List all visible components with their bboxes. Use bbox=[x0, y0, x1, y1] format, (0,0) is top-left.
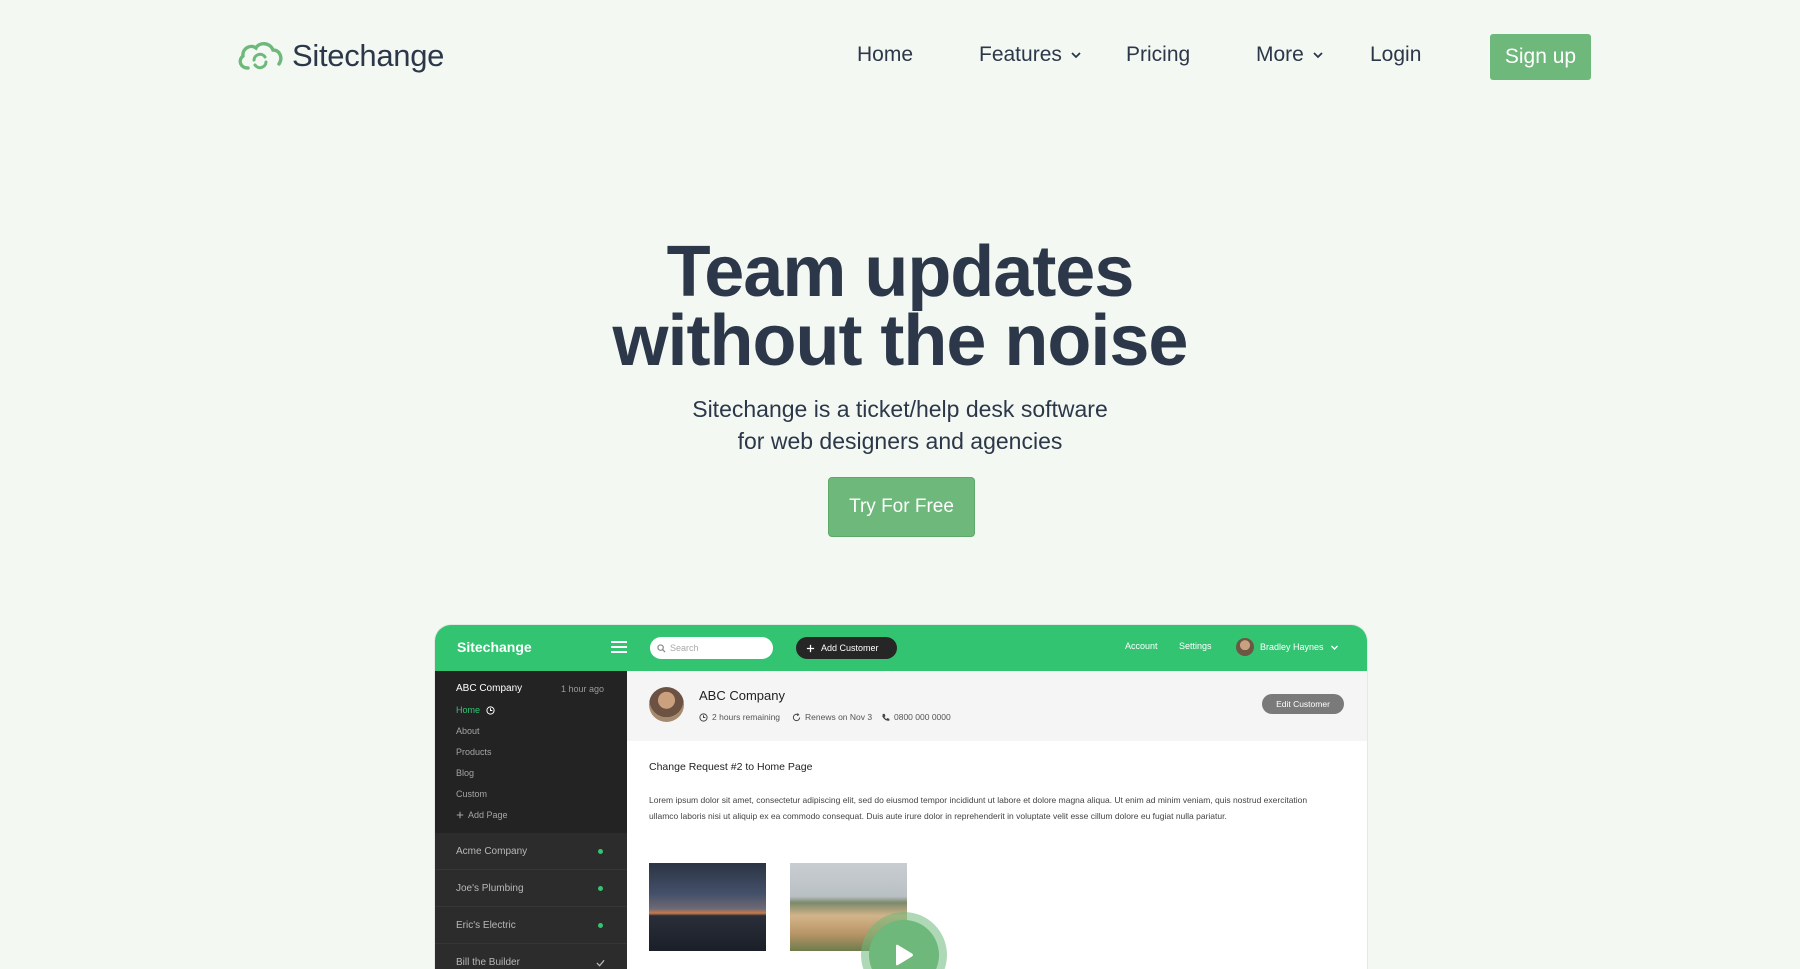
avatar bbox=[1236, 638, 1254, 656]
chevron-down-icon bbox=[1330, 645, 1338, 650]
sidebar-page-label: Home bbox=[456, 705, 481, 715]
top-nav: Sitechange Home Features Pricing More Lo… bbox=[0, 0, 1800, 112]
sidebar-customer-item[interactable]: Bill the Builder bbox=[435, 944, 627, 969]
account-link[interactable]: Account bbox=[1125, 641, 1158, 651]
checkmark-icon bbox=[596, 959, 605, 967]
try-for-free-button[interactable]: Try For Free bbox=[828, 477, 975, 537]
app-main: ABC Company 2 hours remaining Renews on … bbox=[627, 671, 1367, 969]
nav-more[interactable]: More bbox=[1256, 43, 1324, 67]
logo[interactable]: Sitechange bbox=[236, 38, 444, 74]
play-button-inner bbox=[869, 920, 939, 969]
hamburger-menu-icon[interactable] bbox=[611, 641, 627, 654]
hero-subtitle-line-1: Sitechange is a ticket/help desk softwar… bbox=[692, 396, 1108, 422]
customer-title: ABC Company bbox=[699, 688, 785, 703]
hero-title-line-2: without the noise bbox=[612, 301, 1189, 381]
hero-title-line-1: Team updates bbox=[666, 232, 1135, 312]
nav-home[interactable]: Home bbox=[857, 43, 913, 67]
customer-name: Acme Company bbox=[456, 846, 528, 857]
request-body: Lorem ipsum dolor sit amet, consectetur … bbox=[649, 795, 1308, 821]
nav-login[interactable]: Login bbox=[1370, 43, 1421, 67]
logo-text: Sitechange bbox=[292, 38, 445, 73]
sidebar-page-about[interactable]: About bbox=[456, 726, 480, 736]
user-menu[interactable]: Bradley Haynes bbox=[1236, 638, 1339, 656]
cloud-sync-icon bbox=[238, 42, 283, 70]
add-customer-button[interactable]: Add Customer bbox=[796, 637, 897, 659]
customer-name: Joe's Plumbing bbox=[456, 883, 524, 894]
status-dot bbox=[598, 886, 603, 891]
sidebar-page-products[interactable]: Products bbox=[456, 747, 492, 757]
renewal-text: Renews on Nov 3 bbox=[805, 712, 873, 722]
nav-home-label: Home bbox=[857, 43, 914, 66]
nav-pricing-label: Pricing bbox=[1126, 43, 1191, 66]
app-preview: Sitechange Search Add Customer Account S… bbox=[435, 625, 1367, 969]
sidebar-timestamp: 1 hour ago bbox=[560, 684, 604, 694]
attachment-image-sunset[interactable] bbox=[649, 863, 766, 951]
chevron-down-icon bbox=[1071, 52, 1081, 59]
add-page-label: Add Page bbox=[468, 810, 508, 820]
edit-customer-button[interactable]: Edit Customer bbox=[1262, 694, 1344, 714]
request-title: Change Request #2 to Home Page bbox=[649, 761, 813, 773]
nav-features-label: Features bbox=[979, 43, 1062, 66]
sidebar-page-blog[interactable]: Blog bbox=[456, 768, 474, 778]
app-brand[interactable]: Sitechange bbox=[457, 639, 532, 655]
phone-number: 0800 000 0000 bbox=[881, 712, 951, 722]
search-input[interactable]: Search bbox=[650, 637, 773, 659]
nav-login-label: Login bbox=[1370, 43, 1422, 66]
play-icon bbox=[896, 944, 913, 966]
renewal-date: Renews on Nov 3 bbox=[792, 712, 872, 722]
nav-more-label: More bbox=[1256, 43, 1304, 66]
app-sidebar: ABC Company 1 hour ago Home About Produc… bbox=[435, 671, 627, 969]
sidebar-company-name[interactable]: ABC Company bbox=[456, 683, 522, 694]
avatar bbox=[649, 687, 684, 722]
plus-icon bbox=[806, 644, 815, 652]
app-top-bar: Sitechange Search Add Customer Account S… bbox=[435, 625, 1367, 671]
hours-remaining-text: 2 hours remaining bbox=[712, 712, 781, 722]
sidebar-customer-item[interactable]: Acme Company bbox=[435, 833, 627, 870]
settings-link[interactable]: Settings bbox=[1179, 641, 1212, 651]
phone-icon bbox=[882, 713, 890, 721]
hero-subtitle: Sitechange is a ticket/help desk softwar… bbox=[0, 393, 1800, 457]
hours-remaining: 2 hours remaining bbox=[699, 712, 780, 722]
chevron-down-icon bbox=[1313, 52, 1323, 59]
status-dot bbox=[598, 849, 603, 854]
clock-icon bbox=[486, 705, 495, 715]
customer-name: Eric's Electric bbox=[456, 920, 516, 931]
customer-name: Bill the Builder bbox=[456, 957, 520, 968]
phone-text: 0800 000 0000 bbox=[894, 712, 951, 722]
status-dot bbox=[598, 923, 603, 928]
add-customer-label: Add Customer bbox=[821, 643, 879, 653]
refresh-icon bbox=[792, 712, 801, 721]
plus-icon bbox=[456, 811, 464, 819]
sidebar-page-home[interactable]: Home bbox=[456, 705, 495, 715]
nav-pricing[interactable]: Pricing bbox=[1126, 43, 1190, 67]
hero-title: Team updates without the noise bbox=[0, 232, 1800, 381]
clock-icon bbox=[699, 712, 708, 722]
hero-subtitle-line-2: for web designers and agencies bbox=[737, 428, 1063, 454]
user-name: Bradley Haynes bbox=[1260, 642, 1324, 652]
nav-features[interactable]: Features bbox=[979, 43, 1082, 67]
customer-header: ABC Company 2 hours remaining Renews on … bbox=[627, 671, 1367, 741]
search-placeholder: Search bbox=[670, 643, 699, 653]
sidebar-page-custom[interactable]: Custom bbox=[456, 789, 487, 799]
search-icon bbox=[657, 643, 666, 653]
sidebar-customer-item[interactable]: Joe's Plumbing bbox=[435, 870, 627, 907]
sidebar-add-page[interactable]: Add Page bbox=[456, 810, 508, 820]
sidebar-active-company: ABC Company 1 hour ago Home About Produc… bbox=[435, 671, 627, 833]
sidebar-customer-item[interactable]: Eric's Electric bbox=[435, 907, 627, 944]
signup-button[interactable]: Sign up bbox=[1490, 34, 1591, 80]
